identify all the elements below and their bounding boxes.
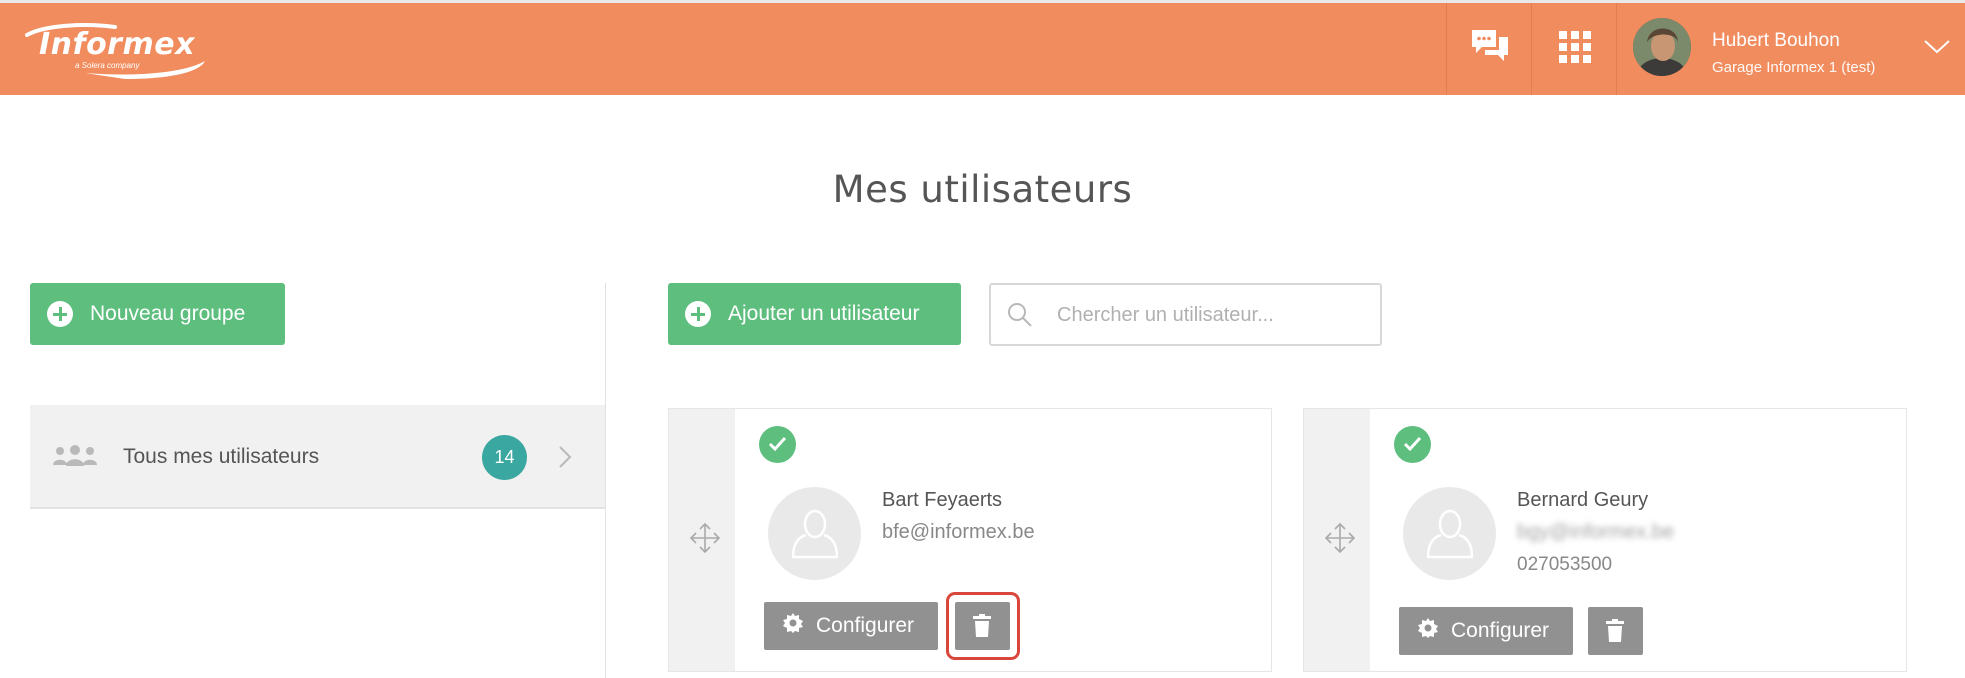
configure-label: Configurer xyxy=(1451,619,1550,642)
grid-icon xyxy=(1558,30,1591,68)
user-search[interactable] xyxy=(989,283,1382,346)
user-count-badge: 14 xyxy=(482,435,527,480)
logo-wordmark: Informex xyxy=(39,27,195,62)
apps-menu-button[interactable] xyxy=(1531,3,1617,95)
user-organization: Garage Informex 1 (test) xyxy=(1712,59,1876,76)
active-check-icon xyxy=(759,426,796,463)
add-user-button[interactable]: Ajouter un utilisateur xyxy=(668,283,961,345)
configure-button[interactable]: Configurer xyxy=(1399,607,1573,655)
group-item-all-users[interactable]: Tous mes utilisateurs 14 xyxy=(30,405,605,509)
logo-tagline: a Solera company xyxy=(75,61,140,70)
user-email: bfe@informex.be xyxy=(882,521,1035,543)
user-avatar-placeholder xyxy=(1403,487,1496,580)
user-phone: 027053500 xyxy=(1517,554,1613,575)
user-menu[interactable]: Hubert Bouhon Garage Informex 1 (test) xyxy=(1616,3,1965,95)
gear-icon xyxy=(1399,617,1451,645)
group-label: Tous mes utilisateurs xyxy=(123,445,320,468)
user-name: Bernard Geury xyxy=(1517,489,1649,511)
chevron-right-icon xyxy=(558,445,572,474)
messages-button[interactable] xyxy=(1446,3,1532,95)
configure-label: Configurer xyxy=(816,614,915,637)
column-divider xyxy=(605,283,606,678)
active-check-icon xyxy=(1394,426,1431,463)
new-group-button[interactable]: Nouveau groupe xyxy=(30,283,285,345)
user-name: Bart Feyaerts xyxy=(882,489,1003,511)
user-avatar-placeholder xyxy=(768,487,861,580)
informex-logo[interactable]: Informex a Solera company xyxy=(25,21,205,81)
user-avatar xyxy=(1633,18,1691,76)
configure-button[interactable]: Configurer xyxy=(764,602,938,650)
users-group-icon xyxy=(52,445,98,472)
user-name: Hubert Bouhon xyxy=(1712,30,1840,51)
search-input[interactable] xyxy=(1055,299,1359,331)
user-email: bgy@informex.be xyxy=(1517,521,1675,543)
add-user-label: Ajouter un utilisateur xyxy=(728,302,920,325)
plus-circle-icon xyxy=(47,301,73,327)
new-group-label: Nouveau groupe xyxy=(90,302,246,325)
drag-handle[interactable] xyxy=(1304,409,1370,671)
highlight-frame xyxy=(946,592,1020,660)
user-card: Bart Feyaerts bfe@informex.be Configurer xyxy=(668,408,1272,672)
top-bar: Informex a Solera company Hubert Bouhon … xyxy=(0,0,1965,95)
chat-bubbles-icon xyxy=(1469,27,1511,72)
gear-icon xyxy=(764,612,816,640)
delete-button[interactable] xyxy=(1588,607,1643,655)
plus-circle-icon xyxy=(685,301,711,327)
drag-handle[interactable] xyxy=(669,409,735,671)
user-card: Bernard Geury bgy@informex.be 027053500 … xyxy=(1303,408,1907,672)
chevron-down-icon xyxy=(1923,39,1951,60)
page-title: Mes utilisateurs xyxy=(832,168,1133,211)
